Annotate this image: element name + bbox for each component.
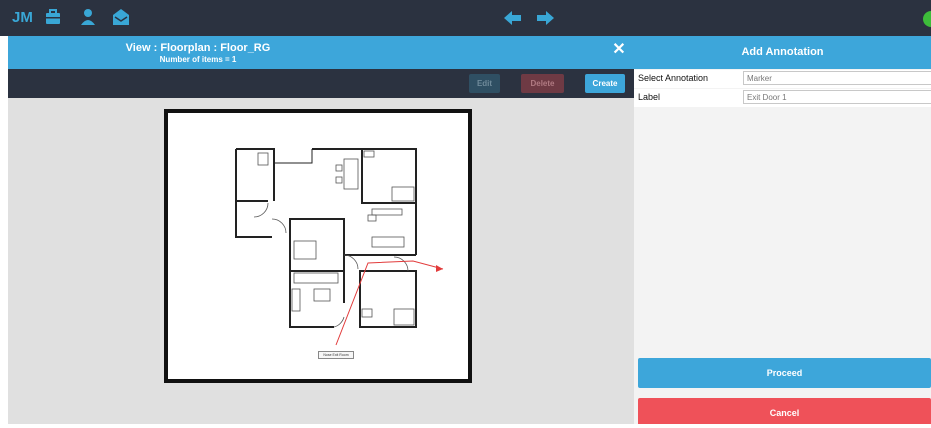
arrow-right-icon[interactable] xyxy=(535,9,555,27)
arrow-left-icon[interactable] xyxy=(503,9,523,27)
floorplan-canvas[interactable]: Nose Exit Room xyxy=(8,98,634,424)
briefcase-icon[interactable] xyxy=(43,8,63,28)
annotation-header: Add Annotation xyxy=(634,36,931,69)
label-field-label: Label xyxy=(638,92,661,102)
select-annotation-row: Select Annotation Marker xyxy=(634,70,931,88)
annotation-panel: Add Annotation Select Annotation Marker … xyxy=(634,36,931,424)
mail-icon[interactable] xyxy=(111,8,131,28)
top-bar: JM xyxy=(0,0,931,36)
status-indicator xyxy=(923,11,931,27)
delete-button[interactable]: Delete xyxy=(521,74,564,93)
select-annotation-label: Select Annotation xyxy=(638,73,709,83)
user-icon[interactable] xyxy=(78,8,98,28)
floorplan-frame: Nose Exit Room xyxy=(164,109,472,383)
marker-label[interactable]: Nose Exit Room xyxy=(318,351,354,359)
label-input[interactable]: Exit Door 1 xyxy=(743,90,931,104)
edit-button[interactable]: Edit xyxy=(469,74,500,93)
view-header: View : Floorplan : Floor_RG Number of it… xyxy=(8,36,634,69)
item-count: Number of items = 1 xyxy=(159,55,237,64)
label-row: Label Exit Door 1 xyxy=(634,89,931,107)
close-icon[interactable]: ✕ xyxy=(612,42,626,58)
floorplan-drawing xyxy=(235,148,444,346)
proceed-button[interactable]: Proceed xyxy=(638,358,931,388)
toolbar: Edit Delete Create xyxy=(8,69,634,98)
app-logo[interactable]: JM xyxy=(12,8,33,28)
create-button[interactable]: Create xyxy=(585,74,625,93)
nav-arrows xyxy=(503,9,563,32)
view-title: View : Floorplan : Floor_RG xyxy=(125,42,271,54)
cancel-button[interactable]: Cancel xyxy=(638,398,931,424)
select-annotation-field[interactable]: Marker xyxy=(743,71,931,85)
